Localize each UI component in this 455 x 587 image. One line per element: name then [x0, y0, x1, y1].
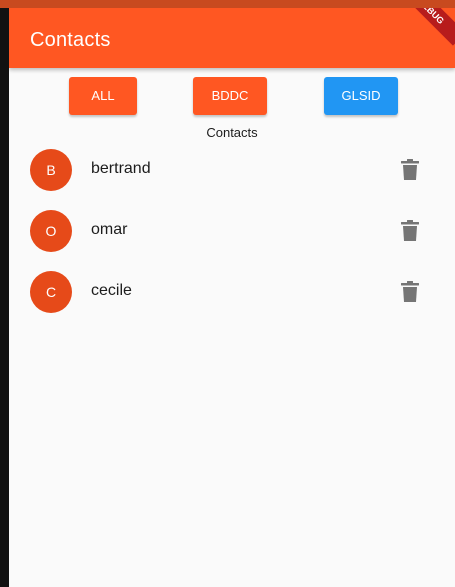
- app-bar: Contacts DEBUG: [9, 8, 455, 68]
- contact-name: cecile: [91, 282, 132, 299]
- delete-icon[interactable]: [400, 281, 420, 303]
- contacts-section-label: Contacts: [206, 125, 258, 140]
- window-left-edge: [0, 0, 9, 587]
- contact-name: omar: [91, 221, 128, 238]
- contact-list-item[interactable]: O omar: [9, 200, 455, 260]
- contact-avatar: C: [30, 271, 72, 313]
- contact-list-item[interactable]: C cecile: [9, 261, 455, 321]
- debug-banner: DEBUG: [396, 8, 455, 46]
- contact-avatar: O: [30, 210, 72, 252]
- device-screen: Contacts DEBUG ALL BDDC GLSID Contacts B…: [0, 0, 455, 587]
- delete-icon[interactable]: [400, 159, 420, 181]
- window-top-edge: [0, 0, 455, 8]
- contact-avatar: B: [30, 149, 72, 191]
- filter-glsid-button[interactable]: GLSID: [324, 77, 398, 115]
- filter-bddc-button[interactable]: BDDC: [193, 77, 267, 115]
- contacts-app: Contacts DEBUG ALL BDDC GLSID Contacts B…: [9, 8, 455, 587]
- filter-all-button[interactable]: ALL: [69, 77, 137, 115]
- contact-list-item[interactable]: B bertrand: [9, 139, 455, 199]
- app-title: Contacts: [30, 29, 111, 51]
- contact-name: bertrand: [91, 160, 151, 177]
- delete-icon[interactable]: [400, 220, 420, 242]
